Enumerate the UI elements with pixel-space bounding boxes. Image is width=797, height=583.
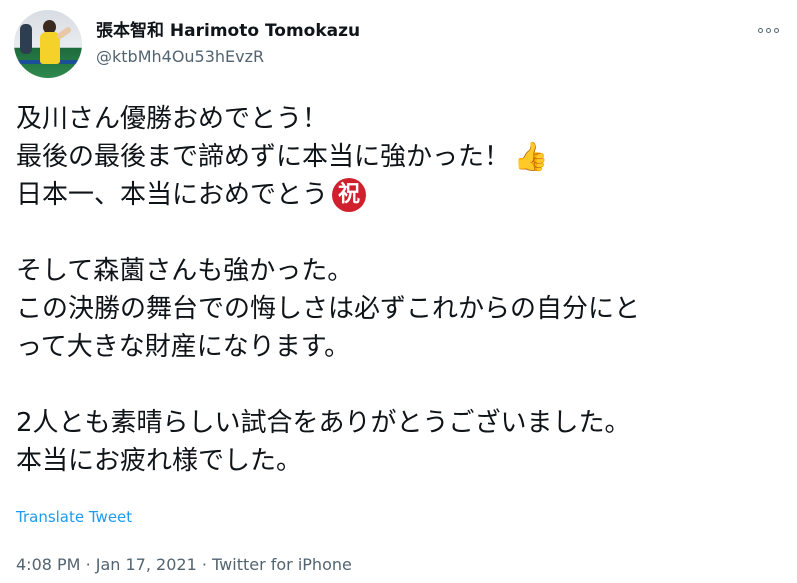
celebration-icon: 祝	[332, 178, 367, 212]
avatar[interactable]	[14, 10, 82, 78]
tweet-text: 及川さん優勝おめでとう！ 最後の最後まで諦めずに本当に強かった！ 👍 日本一、本当…	[16, 100, 786, 480]
tweet-line: 本当にお疲れ様でした。	[16, 446, 303, 476]
author-handle[interactable]: @ktbMh4Ou53hEvzR	[96, 46, 264, 68]
tweet-date[interactable]: Jan 17, 2021	[96, 555, 197, 574]
tweet-line: 日本一、本当におめでとう祝	[16, 176, 786, 214]
more-horizontal-icon	[757, 27, 779, 33]
tweet-line: 及川さん優勝おめでとう！	[16, 104, 329, 134]
tweet-card: 張本智和 Harimoto Tomokazu @ktbMh4Ou53hEvzR …	[0, 0, 797, 583]
tweet-time[interactable]: 4:08 PM	[16, 555, 80, 574]
translate-tweet-link[interactable]: Translate Tweet	[16, 507, 132, 527]
avatar-bg-figure	[20, 24, 32, 54]
author-name[interactable]: 張本智和 Harimoto Tomokazu	[96, 20, 360, 42]
tweet-line: って大きな財産になります。	[16, 332, 351, 362]
avatar-player-arm	[55, 25, 73, 41]
more-options-button[interactable]	[750, 16, 786, 44]
tweet-line: 最後の最後まで諦めずに本当に強かった！ 👍	[16, 140, 549, 173]
thumbs-up-icon: 👍	[513, 140, 549, 173]
tweet-line: そして森薗さんも強かった。	[16, 256, 354, 286]
meta-separator: ·	[85, 555, 91, 574]
tweet-line: この決勝の舞台での悔しさは必ずこれからの自分にと	[16, 294, 641, 324]
tweet-line: 2人とも素晴らしい試合をありがとうございました。	[16, 408, 631, 438]
meta-separator: ·	[201, 555, 207, 574]
tweet-meta: 4:08 PM · Jan 17, 2021 · Twitter for iPh…	[16, 554, 352, 576]
tweet-source[interactable]: Twitter for iPhone	[212, 555, 352, 574]
